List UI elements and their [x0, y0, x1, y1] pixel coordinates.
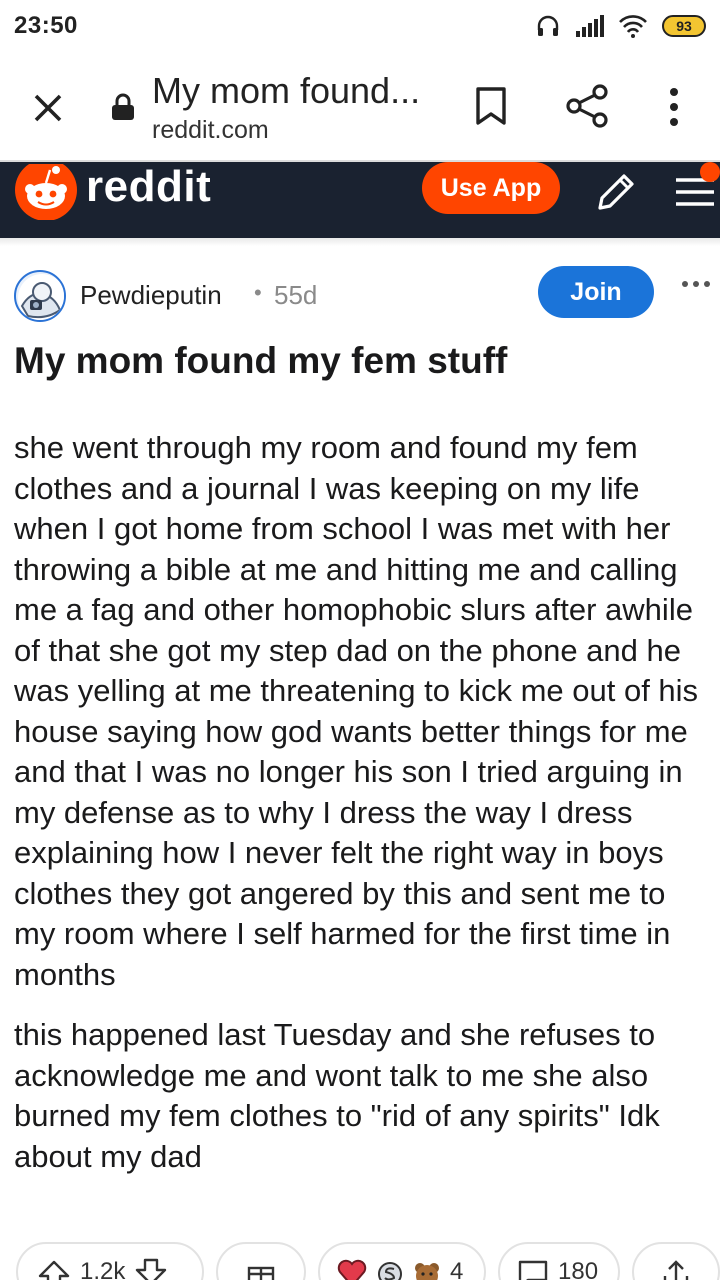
more-vert-icon[interactable] — [660, 86, 688, 128]
signal-icon — [576, 15, 604, 37]
battery-icon: 93 — [662, 15, 706, 37]
comment-count: 180 — [558, 1258, 599, 1280]
more-horiz-icon[interactable] — [680, 276, 712, 296]
header-shadow — [0, 238, 720, 246]
post-paragraph: she went through my room and found my fe… — [14, 430, 699, 992]
vote-count: 1.2k — [80, 1258, 126, 1280]
avatar-illustration-icon — [18, 274, 64, 320]
close-icon[interactable] — [28, 88, 68, 128]
share-arrow-icon — [663, 1260, 689, 1280]
vote-pill: 1.2k — [16, 1242, 204, 1280]
post-paragraph: this happened last Tuesday and she refus… — [14, 1017, 660, 1174]
post-author[interactable]: Pewdieputin — [80, 280, 222, 311]
browser-page-title[interactable]: My mom found... — [152, 70, 442, 112]
reddit-header: reddit Use App — [0, 162, 720, 238]
meta-separator: • — [254, 280, 262, 305]
gift-icon — [247, 1266, 275, 1280]
use-app-button[interactable]: Use App — [422, 162, 560, 214]
avatar[interactable] — [14, 270, 66, 322]
reddit-logo-icon[interactable] — [14, 164, 80, 220]
share-icon[interactable] — [566, 84, 610, 128]
downvote-icon[interactable] — [133, 1258, 169, 1280]
post-action-bar: 1.2k 4 180 — [0, 1238, 720, 1280]
bookmark-icon[interactable] — [474, 86, 508, 126]
browser-domain[interactable]: reddit.com — [152, 116, 269, 145]
status-icons: 93 — [536, 14, 706, 38]
awards-count: 4 — [450, 1258, 464, 1280]
lock-icon — [112, 93, 134, 120]
post-title: My mom found my fem stuff — [14, 340, 508, 381]
award-heart-icon — [337, 1259, 367, 1280]
comments-button[interactable]: 180 — [498, 1242, 620, 1280]
headphones-icon — [537, 15, 559, 36]
post-body: she went through my room and found my fe… — [14, 428, 714, 1197]
notification-dot — [700, 162, 720, 182]
share-button[interactable] — [632, 1242, 720, 1280]
browser-toolbar: My mom found... reddit.com — [0, 52, 720, 162]
status-time: 23:50 — [14, 12, 78, 39]
post-age: 55d — [274, 280, 318, 310]
comment-icon — [518, 1260, 548, 1280]
join-button[interactable]: Join — [538, 266, 654, 318]
award-button[interactable] — [216, 1242, 306, 1280]
upvote-icon[interactable] — [36, 1258, 72, 1280]
status-bar: 23:50 93 — [0, 0, 720, 52]
award-dollar-icon — [378, 1262, 402, 1280]
wifi-icon — [619, 15, 647, 38]
battery-level: 93 — [676, 18, 692, 34]
awards-pill[interactable]: 4 — [318, 1242, 486, 1280]
award-bear-icon — [415, 1263, 439, 1280]
reddit-wordmark[interactable]: reddit — [86, 162, 211, 212]
pencil-icon[interactable] — [592, 168, 638, 214]
